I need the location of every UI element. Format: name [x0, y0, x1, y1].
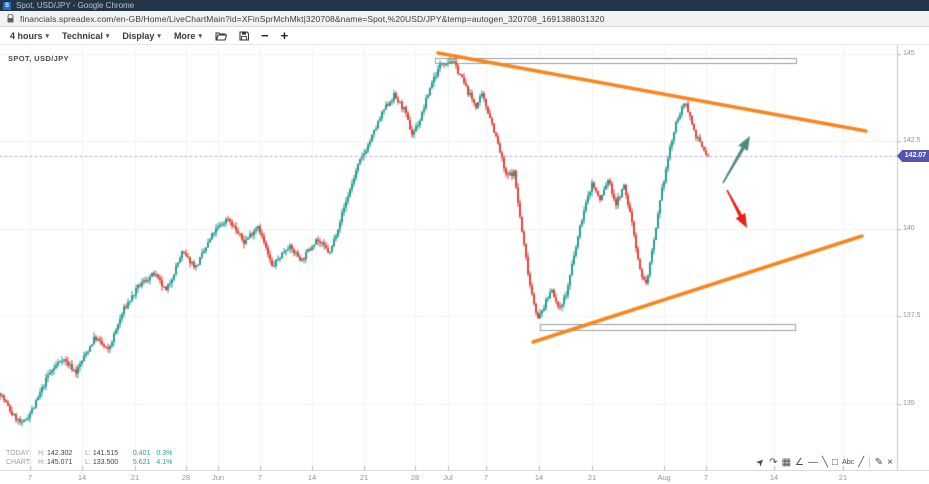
- time-tick-label: 21: [830, 473, 856, 482]
- low-value: 141.515: [93, 449, 127, 458]
- time-tick-label: 21: [122, 473, 148, 482]
- address-bar[interactable]: financials.spreadex.com/en-GB/Home/LiveC…: [0, 11, 929, 27]
- price-tick-label: 145: [903, 50, 915, 57]
- padlock-icon: [7, 14, 14, 23]
- time-tick-label: 28: [173, 473, 199, 482]
- time-tick-label: 21: [579, 473, 605, 482]
- url-text: financials.spreadex.com/en-GB/Home/LiveC…: [20, 14, 605, 24]
- time-tick-label: 7: [247, 473, 273, 482]
- time-tick-label: Aug: [651, 473, 677, 482]
- time-tick-label: 7: [473, 473, 499, 482]
- low-label: L:: [85, 458, 91, 467]
- time-tick-label: 7: [17, 473, 43, 482]
- zoom-out-button[interactable]: −: [259, 30, 271, 42]
- current-price-badge: 142.07: [897, 150, 929, 162]
- change-value: 5.621: [133, 458, 151, 467]
- close-tools-icon[interactable]: ×: [887, 457, 893, 469]
- time-tick-label: Jun: [205, 473, 231, 482]
- high-value: 142.302: [47, 449, 81, 458]
- display-menu-label: Display: [122, 31, 154, 41]
- time-tick-label: 14: [299, 473, 325, 482]
- chart-area: SPOT, USD/JPY 145 142.5 140 137.5 135 142.07…: [0, 45, 929, 470]
- price-tick-label: 135: [903, 400, 915, 407]
- chart-toolbar: 4 hours ▾ Technical ▾ Display ▾ More ▾ −…: [0, 27, 929, 45]
- stats-label: CHART:: [6, 458, 34, 467]
- candlestick-chart[interactable]: [0, 45, 929, 470]
- text-tool-icon[interactable]: Abc: [842, 457, 854, 469]
- change-pct: 0.3%: [156, 449, 172, 458]
- trendline-tool-icon[interactable]: ╲: [822, 457, 828, 469]
- chevron-down-icon: ▾: [46, 32, 50, 40]
- price-tick-label: 137.5: [903, 312, 921, 319]
- window-title: Spot, USD/JPY - Google Chrome: [16, 1, 134, 10]
- time-tick-label: 14: [761, 473, 787, 482]
- line-tool-icon[interactable]: ╱: [858, 457, 864, 469]
- price-tick-label: 140: [903, 225, 915, 232]
- more-menu-label: More: [174, 31, 196, 41]
- chart-stats: TODAY: H:142.302 L:141.515 0.401 0.3% CHART:…: [6, 449, 172, 467]
- toolbar-separator: |: [868, 457, 871, 469]
- grid-icon[interactable]: ▦: [782, 457, 791, 469]
- change-value: 0.401: [133, 449, 151, 458]
- open-chart-button[interactable]: [213, 30, 229, 42]
- stats-label: TODAY:: [6, 449, 34, 458]
- time-tick-label: 14: [69, 473, 95, 482]
- chevron-down-icon: ▾: [106, 32, 110, 40]
- technical-menu[interactable]: Technical ▾: [59, 29, 112, 43]
- save-chart-button[interactable]: [237, 30, 251, 42]
- hline-tool-icon[interactable]: —: [808, 457, 818, 469]
- time-tick-label: 28: [402, 473, 428, 482]
- drawing-toolbar: ➤↷ ▦ ∠ — ╲ □ Abc ╱ | ✎ ×: [757, 457, 893, 469]
- time-axis: 7 14 21 28 Jun 7 14 21 28 Jul 7 14 21 Aug 7 14 21: [0, 470, 929, 484]
- timeframe-menu-label: 4 hours: [10, 31, 43, 41]
- low-value: 133.500: [93, 458, 127, 467]
- instrument-label: SPOT, USD/JPY: [8, 54, 69, 63]
- zoom-in-button[interactable]: +: [279, 30, 291, 42]
- timeframe-menu[interactable]: 4 hours ▾: [7, 29, 52, 43]
- cursor-icon[interactable]: ➤: [754, 456, 768, 470]
- technical-menu-label: Technical: [62, 31, 103, 41]
- change-pct: 4.1%: [156, 458, 172, 467]
- browser-window: S Spot, USD/JPY - Google Chrome financia…: [0, 0, 929, 484]
- favicon: S: [3, 2, 11, 10]
- stats-row-chart: CHART: H:145.071 L:133.500 5.621 4.1%: [6, 458, 172, 467]
- price-tick-label: 142.5: [903, 137, 921, 144]
- window-titlebar[interactable]: S Spot, USD/JPY - Google Chrome: [0, 0, 929, 11]
- freehand-icon[interactable]: ↷: [769, 457, 777, 469]
- low-label: L:: [85, 449, 91, 458]
- high-label: H:: [38, 458, 45, 467]
- chevron-down-icon: ▾: [198, 32, 202, 40]
- high-label: H:: [38, 449, 45, 458]
- chevron-down-icon: ▾: [157, 32, 161, 40]
- display-menu[interactable]: Display ▾: [119, 29, 164, 43]
- high-value: 145.071: [47, 458, 81, 467]
- stats-row-today: TODAY: H:142.302 L:141.515 0.401 0.3%: [6, 449, 172, 458]
- time-tick-label: 14: [526, 473, 552, 482]
- time-tick-label: 7: [693, 473, 719, 482]
- rect-tool-icon[interactable]: □: [832, 457, 838, 469]
- time-tick-label: Jul: [435, 473, 461, 482]
- pencil-icon[interactable]: ✎: [875, 457, 883, 469]
- more-menu[interactable]: More ▾: [171, 29, 205, 43]
- time-tick-label: 21: [351, 473, 377, 482]
- trend-tool-icon[interactable]: ∠: [795, 457, 804, 469]
